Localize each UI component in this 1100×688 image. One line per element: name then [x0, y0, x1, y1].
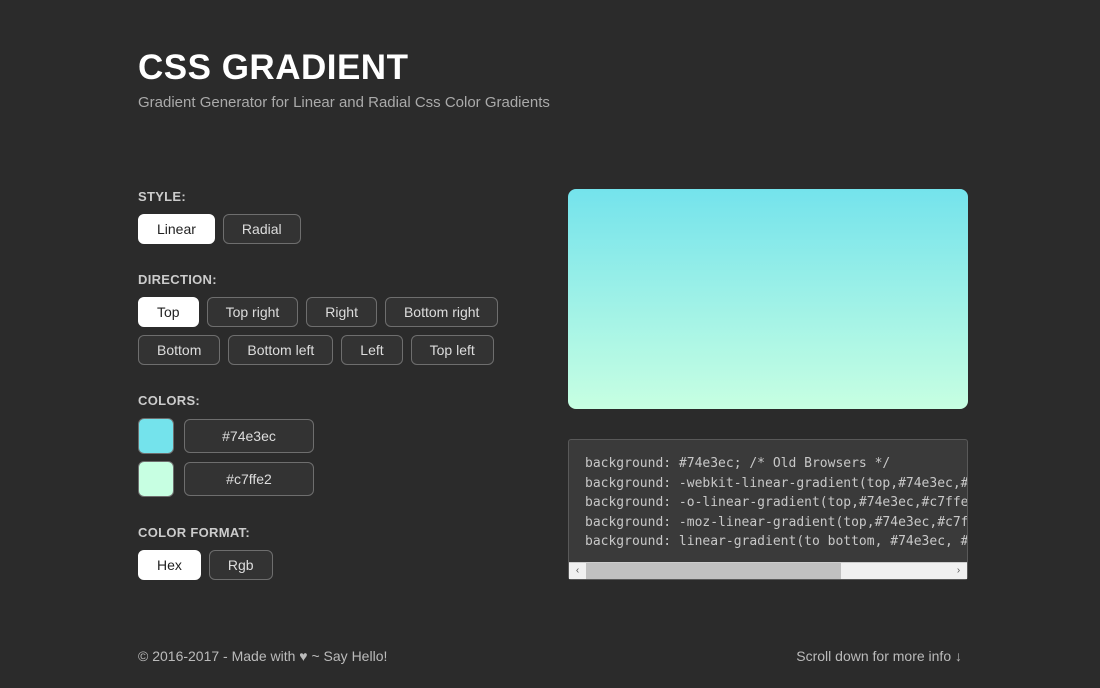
color-input-1[interactable]: #74e3ec [184, 419, 314, 453]
format-rgb-button[interactable]: Rgb [209, 550, 273, 580]
style-label: STYLE: [138, 189, 528, 204]
scroll-left-button[interactable]: ‹ [569, 562, 586, 579]
direction-top-right-button[interactable]: Top right [207, 297, 299, 327]
format-label: COLOR FORMAT: [138, 525, 528, 540]
direction-left-button[interactable]: Left [341, 335, 402, 365]
code-text[interactable]: background: #74e3ec; /* Old Browsers */ … [569, 440, 967, 562]
direction-bottom-left-button[interactable]: Bottom left [228, 335, 333, 365]
format-options: Hex Rgb [138, 550, 528, 580]
page-title: CSS GRADIENT [138, 48, 1100, 88]
direction-options: Top Top right Right Bottom right Bottom … [138, 297, 528, 365]
color-row-1: #74e3ec [138, 418, 528, 454]
color-input-2[interactable]: #c7ffe2 [184, 462, 314, 496]
scroll-right-button[interactable]: › [950, 562, 967, 579]
scroll-thumb[interactable] [586, 563, 841, 579]
footer: © 2016-2017 - Made with ♥ ~ Say Hello! S… [138, 648, 962, 664]
style-options: Linear Radial [138, 214, 528, 244]
direction-bottom-button[interactable]: Bottom [138, 335, 220, 365]
direction-bottom-right-button[interactable]: Bottom right [385, 297, 498, 327]
direction-top-left-button[interactable]: Top left [411, 335, 494, 365]
code-output: background: #74e3ec; /* Old Browsers */ … [568, 439, 968, 580]
direction-top-button[interactable]: Top [138, 297, 199, 327]
color-swatch-2[interactable] [138, 461, 174, 497]
footer-right[interactable]: Scroll down for more info ↓ [796, 648, 962, 664]
color-swatch-1[interactable] [138, 418, 174, 454]
horizontal-scrollbar[interactable]: ‹ › [569, 562, 967, 579]
scroll-track[interactable] [586, 563, 950, 579]
direction-right-button[interactable]: Right [306, 297, 377, 327]
format-hex-button[interactable]: Hex [138, 550, 201, 580]
direction-label: DIRECTION: [138, 272, 528, 287]
color-row-2: #c7ffe2 [138, 461, 528, 497]
gradient-preview [568, 189, 968, 409]
page-subtitle: Gradient Generator for Linear and Radial… [138, 94, 1100, 111]
colors-label: COLORS: [138, 393, 528, 408]
style-radial-button[interactable]: Radial [223, 214, 301, 244]
style-linear-button[interactable]: Linear [138, 214, 215, 244]
footer-left[interactable]: © 2016-2017 - Made with ♥ ~ Say Hello! [138, 648, 387, 664]
